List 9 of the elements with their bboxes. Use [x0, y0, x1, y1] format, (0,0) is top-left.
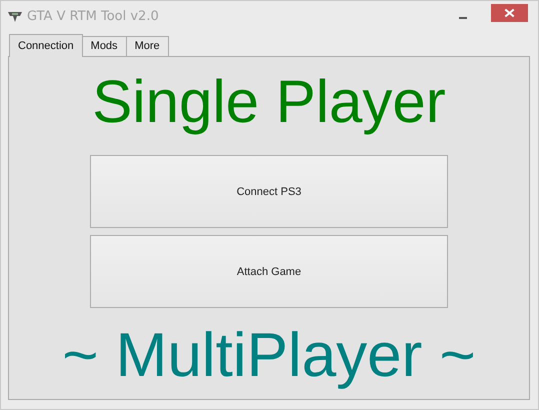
single-player-heading: Single Player: [92, 67, 446, 137]
app-logo-icon: [7, 10, 23, 22]
action-button[interactable]: Connect PS3: [90, 155, 448, 228]
action-button[interactable]: Attach Game: [90, 235, 448, 308]
close-button[interactable]: [491, 4, 528, 22]
multiplayer-heading: ~ MultiPlayer ~: [62, 321, 476, 391]
tab[interactable]: Connection: [9, 34, 83, 57]
tab[interactable]: More: [126, 36, 169, 56]
window-title: GTA V RTM Tool v2.0: [27, 9, 160, 24]
